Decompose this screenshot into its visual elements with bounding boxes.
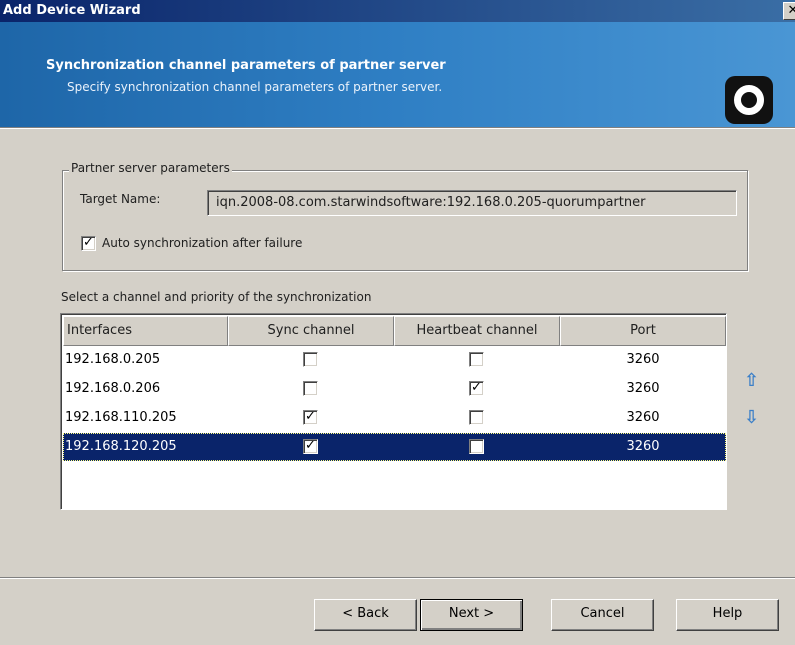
heartbeat-cell	[394, 433, 560, 461]
back-button[interactable]: < Back	[314, 599, 417, 631]
heartbeat-channel-checkbox[interactable]	[469, 352, 484, 367]
auto-sync-checkbox[interactable]: ✓	[81, 236, 96, 251]
column-header-port[interactable]: Port	[560, 316, 726, 346]
heartbeat-cell: ✓	[394, 375, 560, 403]
help-button-label: Help	[712, 606, 743, 621]
next-button[interactable]: Next >	[420, 599, 523, 631]
port-cell: 3260	[626, 381, 660, 396]
header-divider	[0, 127, 795, 129]
sync-channel-checkbox[interactable]	[303, 352, 318, 367]
table-row[interactable]: 192.168.0.206 ✓ 3260	[63, 375, 726, 403]
port-cell: 3260	[626, 410, 660, 425]
heartbeat-channel-checkbox[interactable]: ✓	[469, 381, 484, 396]
column-header-interfaces[interactable]: Interfaces	[63, 316, 228, 346]
sync-cell	[228, 375, 394, 403]
auto-sync-label[interactable]: Auto synchronization after failure	[102, 236, 302, 250]
interface-cell: 192.168.0.205	[65, 352, 161, 367]
column-header-sync[interactable]: Sync channel	[228, 316, 394, 346]
heartbeat-cell	[394, 404, 560, 432]
sync-cell: ✓	[228, 433, 394, 461]
window-titlebar: Add Device Wizard ✕	[0, 0, 795, 22]
table-row[interactable]: 192.168.110.205 ✓ 3260	[63, 404, 726, 432]
interface-cell: 192.168.0.206	[65, 381, 161, 396]
heartbeat-channel-checkbox[interactable]	[469, 439, 484, 454]
close-button[interactable]: ✕	[783, 2, 795, 20]
table-row[interactable]: 192.168.0.205 3260	[63, 346, 726, 374]
close-icon: ✕	[787, 3, 795, 18]
window-title: Add Device Wizard	[3, 3, 141, 18]
header-subtitle: Specify synchronization channel paramete…	[67, 80, 443, 94]
target-name-field: iqn.2008-08.com.starwindsoftware:192.168…	[207, 190, 737, 216]
port-cell: 3260	[626, 352, 660, 367]
sync-channel-checkbox[interactable]	[303, 381, 318, 396]
channels-label: Select a channel and priority of the syn…	[61, 290, 372, 304]
cancel-button[interactable]: Cancel	[551, 599, 654, 631]
interface-cell: 192.168.120.205	[65, 439, 177, 454]
wizard-header: Synchronization channel parameters of pa…	[0, 22, 795, 127]
sync-channel-checkbox[interactable]: ✓	[303, 410, 318, 425]
sync-cell: ✓	[228, 404, 394, 432]
heartbeat-channel-checkbox[interactable]	[469, 410, 484, 425]
footer-divider	[0, 577, 795, 579]
header-title: Synchronization channel parameters of pa…	[46, 58, 446, 73]
target-name-label: Target Name:	[80, 192, 161, 206]
sync-cell	[228, 346, 394, 374]
cancel-button-label: Cancel	[580, 606, 625, 621]
starwind-logo-icon	[725, 76, 773, 124]
partner-params-legend: Partner server parameters	[69, 161, 232, 175]
next-button-label: Next >	[448, 606, 495, 621]
column-header-heartbeat[interactable]: Heartbeat channel	[394, 316, 560, 346]
listview-header: Interfaces Sync channel Heartbeat channe…	[63, 316, 726, 346]
heartbeat-cell	[394, 346, 560, 374]
partner-params-group	[62, 170, 748, 271]
table-row[interactable]: 192.168.120.205 ✓ 3260	[63, 433, 726, 461]
arrow-up-icon[interactable]: ⇧	[744, 370, 759, 391]
arrow-down-icon[interactable]: ⇩	[744, 407, 759, 428]
help-button[interactable]: Help	[676, 599, 779, 631]
sync-channel-checkbox[interactable]: ✓	[303, 439, 318, 454]
channels-listview[interactable]: Interfaces Sync channel Heartbeat channe…	[60, 313, 727, 510]
interface-cell: 192.168.110.205	[65, 410, 177, 425]
port-cell: 3260	[626, 439, 660, 454]
back-button-label: < Back	[342, 606, 389, 621]
